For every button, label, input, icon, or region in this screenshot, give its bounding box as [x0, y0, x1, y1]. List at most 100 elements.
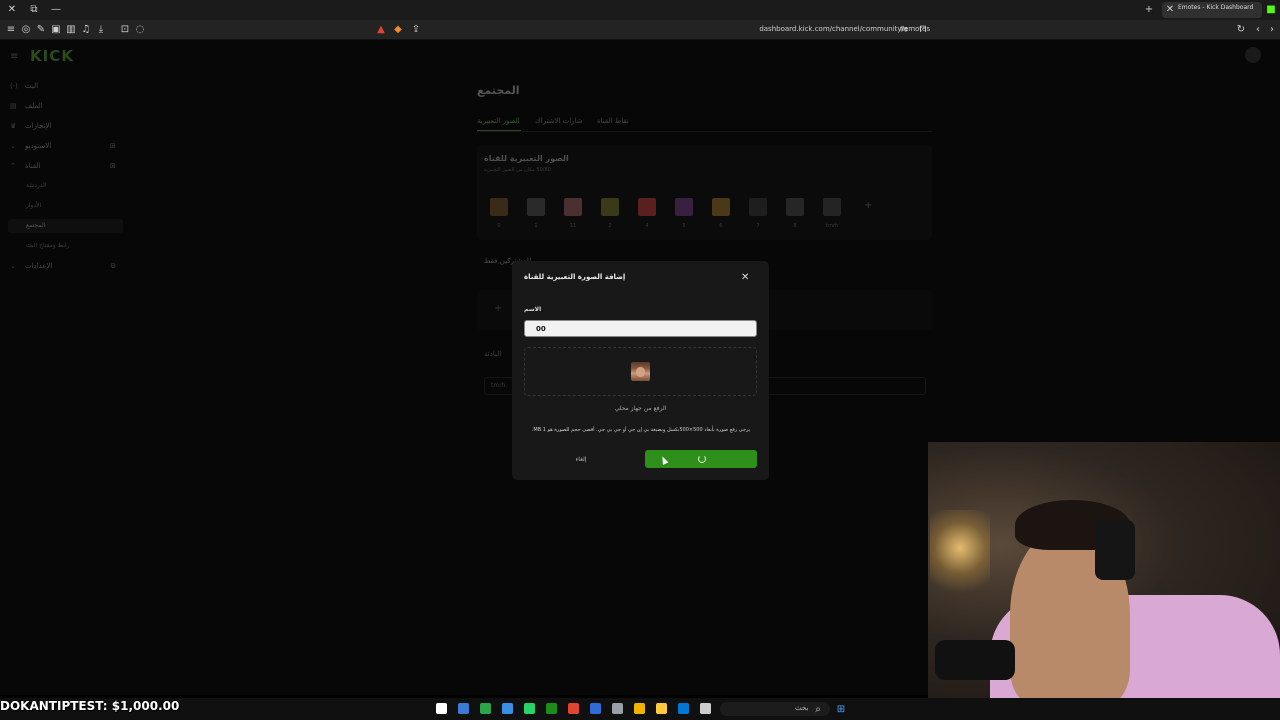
emote-thumbnail[interactable] — [712, 198, 730, 216]
taskbar-app-icon[interactable] — [524, 703, 535, 714]
sidebar-sub-stream-key[interactable]: رابط ومفتاح البث — [26, 242, 70, 249]
restore-icon[interactable]: ⧉ — [28, 4, 40, 16]
bookmark-icon[interactable]: ⊓ — [917, 24, 929, 36]
browser-tab[interactable]: ✕ Emotes - Kick Dashboard — [1162, 2, 1262, 18]
tab-sub-badges[interactable]: شارات الاشتراك — [535, 117, 583, 125]
close-icon[interactable]: ✕ — [741, 272, 749, 284]
emote-label: 4 — [645, 223, 649, 229]
kick-favicon-icon: ■ — [1266, 4, 1276, 15]
emote-label: 2 — [608, 223, 612, 229]
emote-label: 11 — [569, 223, 577, 229]
browser-titlebar: ✕ ⧉ — + ✕ Emotes - Kick Dashboard ■ — [0, 0, 1280, 20]
kick-logo[interactable]: KICK — [30, 47, 74, 65]
channel-icon: ⊠ — [110, 162, 116, 170]
taskbar-app-icon[interactable] — [458, 703, 469, 714]
chevron-down-icon: ⌄ — [10, 142, 16, 150]
emote-thumbnail[interactable] — [749, 198, 767, 216]
menu-icon[interactable]: ≡ — [5, 24, 17, 36]
emote-thumbnail[interactable] — [675, 198, 693, 216]
microphone — [935, 640, 1015, 680]
brave-shield-icon[interactable]: ◆ — [392, 24, 404, 36]
chevron-up-icon: ⌃ — [10, 162, 16, 170]
emote-thumbnail[interactable] — [823, 198, 841, 216]
taskbar-search-label: بحث — [795, 704, 809, 712]
taskbar-app-icon[interactable] — [568, 703, 579, 714]
taskbar-app-icon[interactable] — [678, 703, 689, 714]
emote-preview-image — [631, 362, 650, 381]
music-icon[interactable]: ♫ — [80, 24, 92, 36]
profile-icon: ▤ — [10, 102, 17, 110]
sidebar-icon[interactable]: ▥ — [65, 24, 77, 36]
tab-emotes[interactable]: الصور التعبيرية — [477, 117, 520, 125]
address-bar-url[interactable]: dashboard.kick.com/channel/community/emo… — [700, 25, 930, 33]
sidebar-sub-roles[interactable]: الأدوار — [26, 202, 41, 209]
close-window-icon[interactable]: ✕ — [6, 4, 18, 16]
headset — [1095, 520, 1135, 580]
sidebar-item-studio[interactable]: الاستوديو — [25, 142, 51, 150]
sidebar-item-profile[interactable]: الملف — [25, 102, 43, 110]
name-input[interactable] — [524, 320, 757, 337]
emote-thumbnail[interactable] — [601, 198, 619, 216]
chat-icon[interactable]: ◌ — [134, 24, 146, 36]
windows-start-icon[interactable]: ⊞ — [835, 704, 847, 716]
taskbar-app-icon[interactable] — [502, 703, 513, 714]
emote-label: 6 — [719, 223, 723, 229]
reader-icon[interactable]: ⇋ — [898, 24, 910, 36]
sidebar-item-achievements[interactable]: الإنجازات — [25, 122, 51, 130]
taskbar-app-icon[interactable] — [480, 703, 491, 714]
emote-thumbnail[interactable] — [527, 198, 545, 216]
search-icon: ⌕ — [815, 704, 821, 715]
sidebar-item-stream[interactable]: البث — [25, 82, 38, 90]
avatar[interactable] — [1245, 47, 1261, 63]
taskbar-app-icon[interactable] — [590, 703, 601, 714]
taskbar-app-icon[interactable] — [546, 703, 557, 714]
emote-thumbnail[interactable] — [490, 198, 508, 216]
add-sub-emote-icon[interactable]: + — [494, 303, 502, 314]
tab-channel-points[interactable]: نقاط القناة — [597, 117, 629, 125]
forward-icon[interactable]: › — [1266, 24, 1278, 36]
new-tab-icon[interactable]: + — [1143, 4, 1155, 16]
image-icon[interactable]: ▣ — [50, 24, 62, 36]
browser-toolbar: ≡ ◎ ✎ ▣ ▥ ♫ ⤓ ⊡ ◌ ▲ ◆ ⇪ dashboard.kick.c… — [0, 20, 1280, 40]
download-icon[interactable]: ⤓ — [95, 24, 107, 36]
radio-icon: (·) — [10, 82, 18, 90]
cancel-button[interactable]: إلغاء — [524, 450, 638, 468]
taskbar-app-icon[interactable] — [436, 703, 447, 714]
reload-icon[interactable]: ↻ — [1235, 24, 1247, 36]
emote-thumbnail[interactable] — [638, 198, 656, 216]
taskbar-app-icon[interactable] — [634, 703, 645, 714]
tab-close-icon[interactable]: ✕ — [1164, 4, 1176, 16]
emote-thumbnail[interactable] — [564, 198, 582, 216]
tabs-divider — [477, 131, 932, 132]
chevron-down-icon: ⌄ — [10, 262, 16, 270]
upload-local-label[interactable]: الرفع من جهاز محلي — [524, 405, 757, 412]
hamburger-icon[interactable]: ≡ — [10, 51, 18, 62]
sidebar-item-settings[interactable]: الإعدادات — [25, 262, 52, 270]
location-icon[interactable]: ◎ — [20, 24, 32, 36]
emotes-card-title: الصور التعبيرية للقناة — [484, 154, 569, 163]
back-icon[interactable]: ‹ — [1252, 24, 1264, 36]
emote-label: 5 — [682, 223, 686, 229]
add-emote-icon[interactable]: + — [864, 200, 872, 211]
name-label: الاسم — [524, 306, 542, 313]
minimize-icon[interactable]: — — [50, 4, 62, 16]
taskbar-app-icon[interactable] — [612, 703, 623, 714]
taskbar-app-icon[interactable] — [700, 703, 711, 714]
emote-thumbnail[interactable] — [786, 198, 804, 216]
alert-icon[interactable]: ▲ — [375, 24, 387, 36]
sidebar-sub-chat[interactable]: الدردشة — [26, 182, 46, 189]
taskbar-app-icon[interactable] — [656, 703, 667, 714]
emote-label: 8 — [793, 223, 797, 229]
modal-title: إضافة الصورة التعبيرية للقناة — [524, 273, 626, 281]
trophy-icon: ♛ — [10, 122, 17, 130]
tab-title: Emotes - Kick Dashboard — [1178, 4, 1254, 11]
sidebar-item-channel[interactable]: القناة — [25, 162, 41, 170]
donation-overlay: DOKANTIPTEST: $1,000.00 — [0, 699, 180, 713]
share-icon[interactable]: ⇪ — [410, 24, 422, 36]
sidebar-sub-community[interactable]: المجتمع — [26, 222, 45, 229]
screenshot-icon[interactable]: ⊡ — [119, 24, 131, 36]
prefix-title: البادئة — [484, 350, 502, 358]
emotes-card-subtitle: 50/80 مكان من الصور التعبيرية — [484, 167, 551, 173]
tools-icon[interactable]: ✎ — [35, 24, 47, 36]
fairy-lights — [930, 510, 990, 605]
